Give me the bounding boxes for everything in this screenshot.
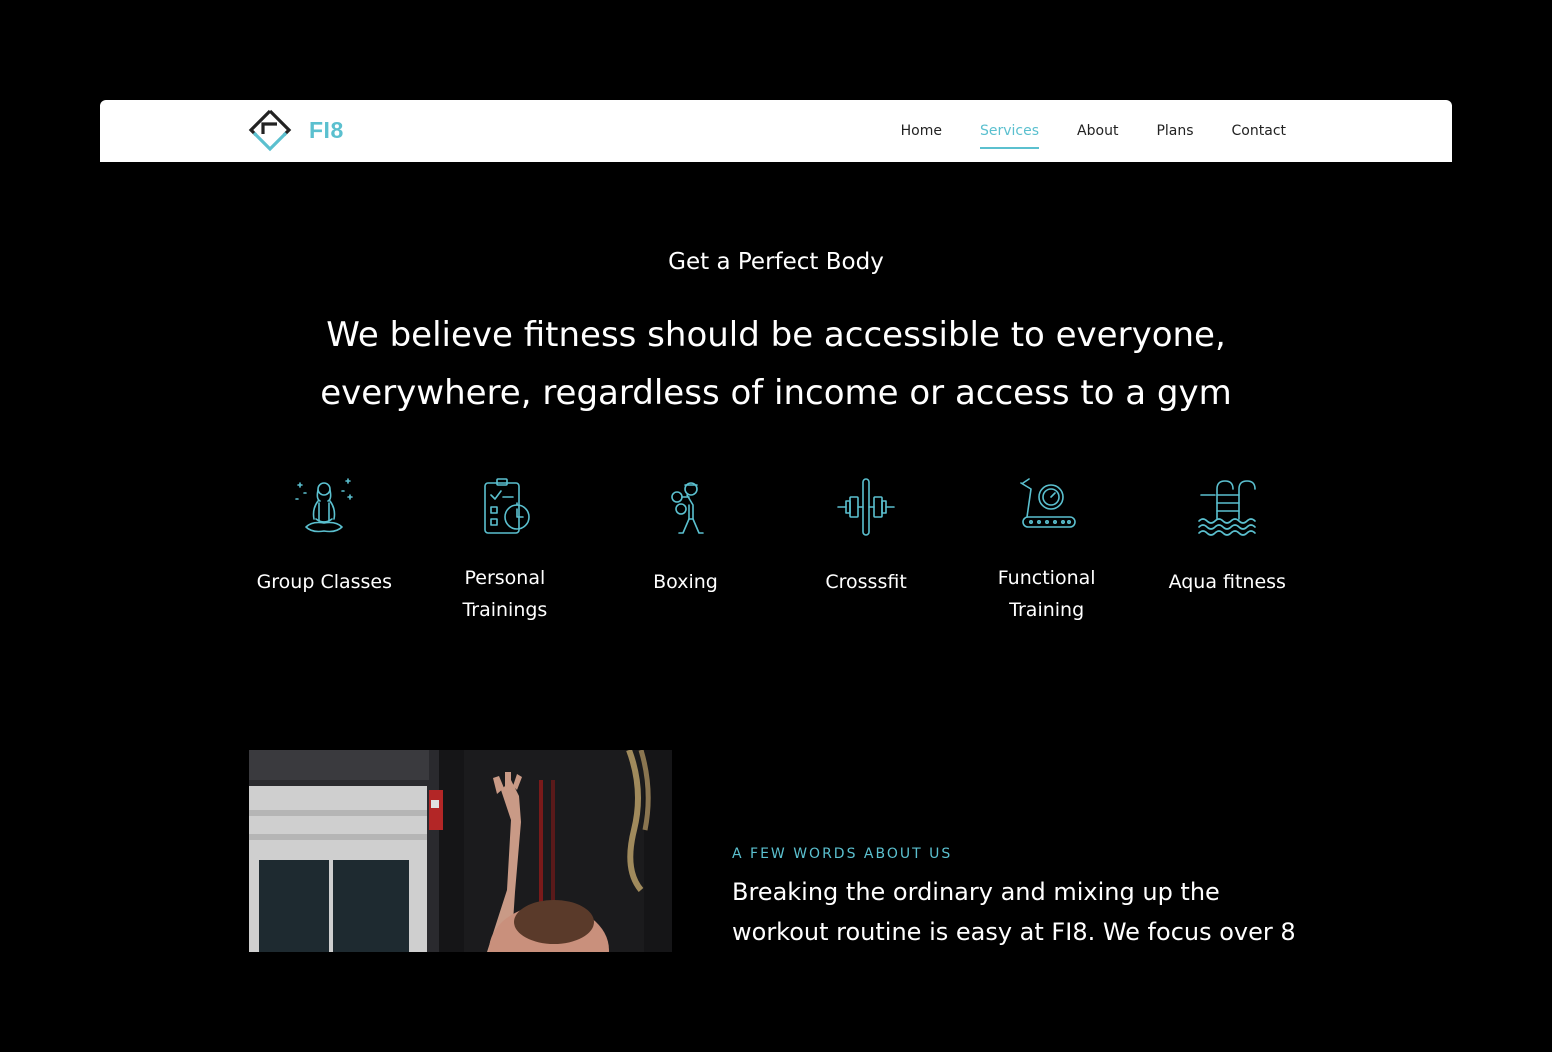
logo-link[interactable]: FI8 xyxy=(248,108,344,152)
service-label: Aqua fitness xyxy=(1168,571,1286,593)
pool-icon xyxy=(1195,474,1259,540)
service-label: Boxing xyxy=(653,571,718,593)
nav-contact[interactable]: Contact xyxy=(1232,121,1286,141)
service-boxing[interactable]: Boxing xyxy=(595,474,776,626)
service-group-classes[interactable]: Group Classes xyxy=(234,474,415,626)
hero-tagline: Get a Perfect Body xyxy=(668,249,884,275)
navbar: FI8 Home Services About Plans Contact xyxy=(100,100,1452,162)
service-aqua-fitness[interactable]: Aqua fitness xyxy=(1137,474,1318,626)
service-label: Group Classes xyxy=(256,571,393,593)
services-list: Group Classes Personal Trainings Boxing … xyxy=(234,474,1318,626)
nav-plans[interactable]: Plans xyxy=(1156,121,1193,141)
service-label: Crosssfit xyxy=(825,571,907,593)
clipboard-timer-icon xyxy=(473,474,537,540)
main-nav: Home Services About Plans Contact xyxy=(863,100,1286,162)
service-personal-trainings[interactable]: Personal Trainings xyxy=(415,474,596,626)
gym-photo xyxy=(249,750,672,952)
nav-about[interactable]: About xyxy=(1077,121,1118,141)
service-label: Functional Training xyxy=(997,567,1096,621)
service-crossfit[interactable]: Crosssfit xyxy=(776,474,957,626)
boxer-icon xyxy=(653,474,717,540)
nav-home[interactable]: Home xyxy=(901,121,942,141)
service-label: Personal Trainings xyxy=(462,567,548,621)
hero-headline: We believe fitness should be accessible … xyxy=(320,315,1232,413)
about-eyebrow: A FEW WORDS ABOUT US xyxy=(732,846,953,862)
nav-services[interactable]: Services xyxy=(980,121,1040,149)
barbell-icon xyxy=(834,474,898,540)
about-text: Breaking the ordinary and mixing up the … xyxy=(732,878,1296,946)
treadmill-icon xyxy=(1015,474,1079,540)
service-functional-training[interactable]: Functional Training xyxy=(956,474,1137,626)
brand-name: FI8 xyxy=(309,116,344,143)
fi8-logo-icon xyxy=(248,109,292,152)
meditation-icon xyxy=(292,474,356,540)
